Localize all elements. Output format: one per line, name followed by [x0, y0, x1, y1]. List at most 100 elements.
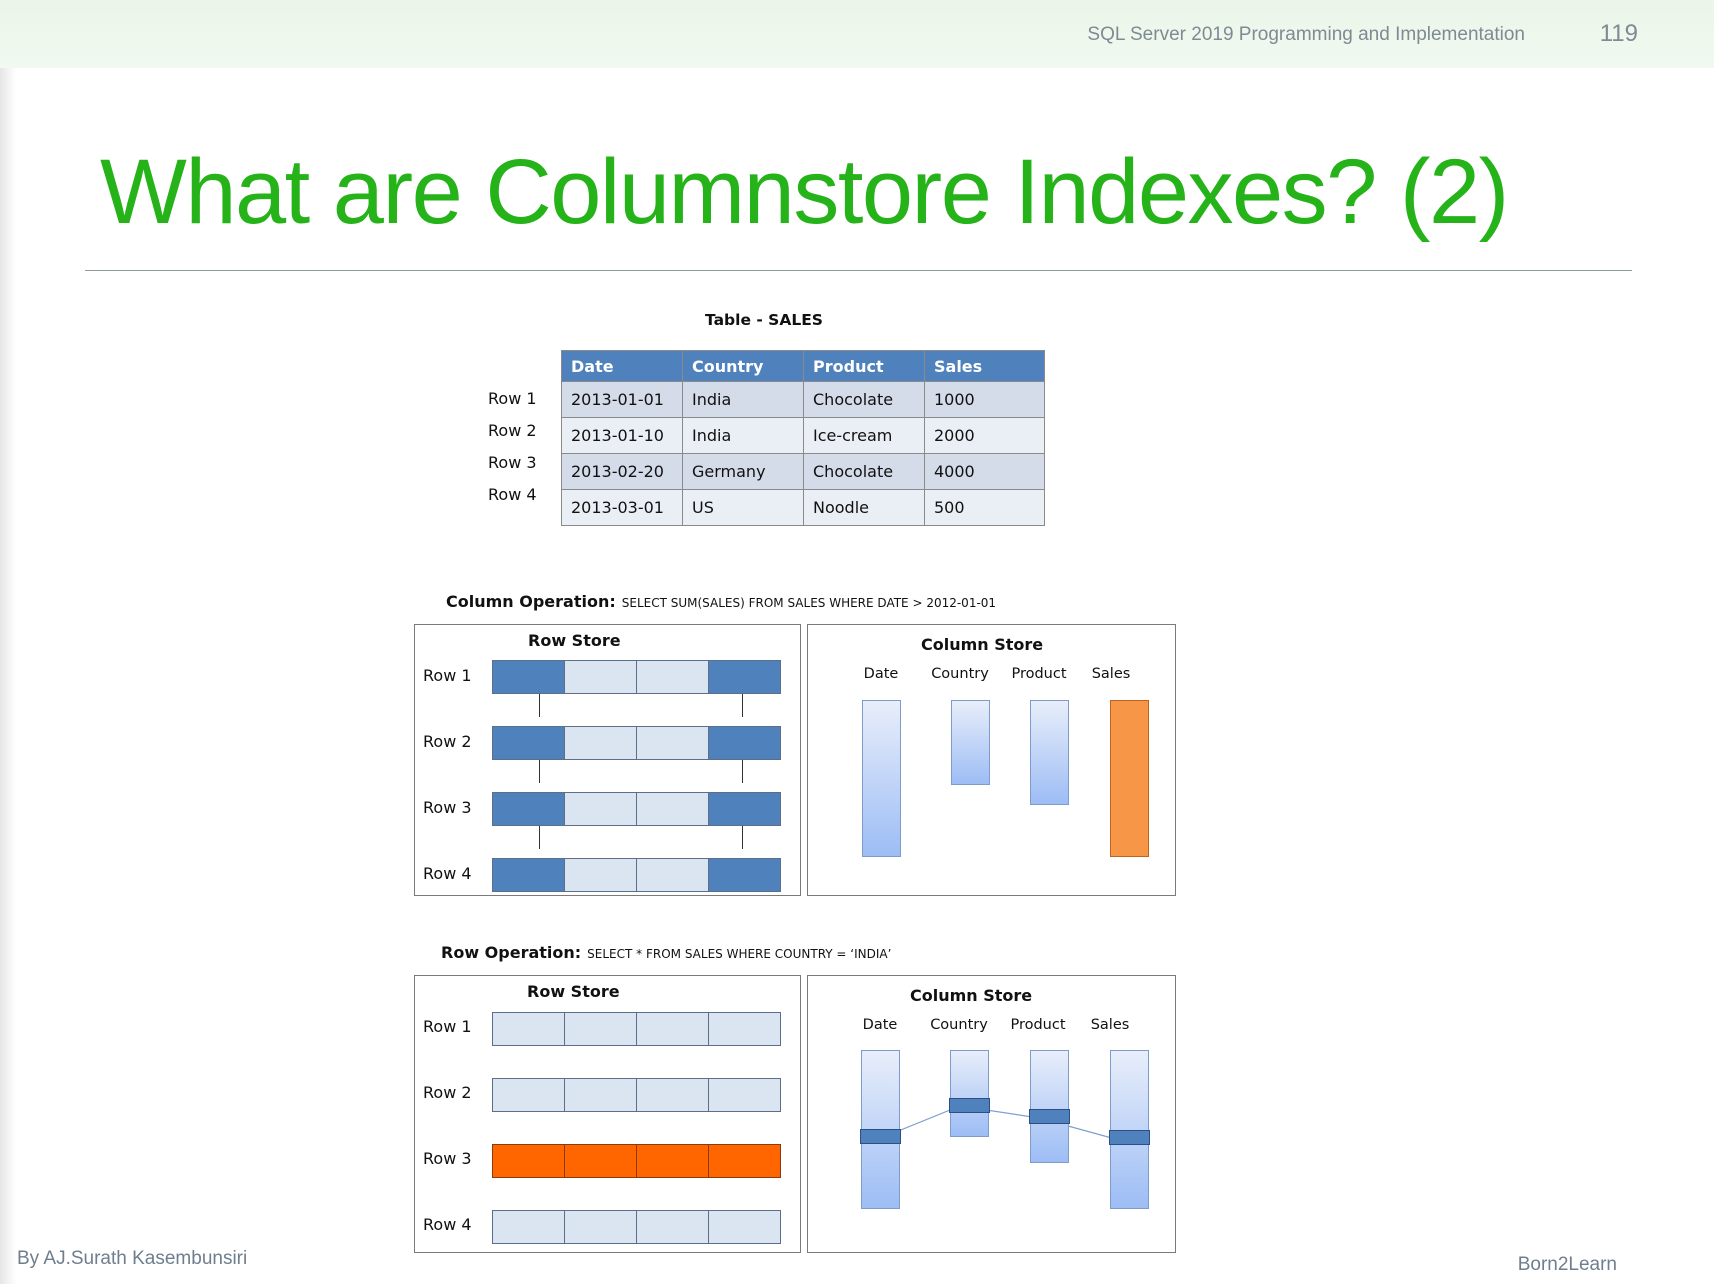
row-cell [493, 1145, 565, 1177]
table-row: 2013-01-01 India Chocolate 1000 [561, 381, 1045, 418]
row-store-row-label: Row 2 [423, 732, 472, 751]
table-cell: Chocolate [803, 381, 925, 418]
row-cell [565, 1079, 637, 1111]
table-cell: India [682, 417, 804, 454]
row-cell [709, 661, 780, 693]
row-cell [493, 727, 565, 759]
row-connector [742, 691, 743, 717]
column-op-column-store-panel: Column Store Date Country Product Sales [807, 624, 1176, 896]
column-header: Country [682, 350, 804, 382]
column-segment [1030, 1050, 1069, 1163]
table-cell: 4000 [924, 453, 1045, 490]
row-connector [539, 823, 540, 849]
row-cell [637, 1079, 709, 1111]
row-cell [637, 793, 709, 825]
row-op-column-store-panel: Column Store Date Country Product Sales [807, 975, 1176, 1253]
column-value-highlight [949, 1098, 990, 1113]
row-store-row-label: Row 4 [423, 864, 472, 883]
table-cell: 2013-01-10 [561, 417, 683, 454]
row-connector [742, 757, 743, 783]
column-store-header: Date [863, 666, 899, 682]
column-store-title: Column Store [921, 635, 1044, 654]
table-row: 2013-02-20 Germany Chocolate 4000 [561, 453, 1045, 490]
row-operation-caption: Row Operation: SELECT * FROM SALES WHERE … [441, 943, 891, 962]
row-cell [493, 1013, 565, 1045]
row-cell [637, 1145, 709, 1177]
row-cell [565, 1145, 637, 1177]
column-op-row-store-panel: Row Store Row 1 Row 2 Row 3 Row 4 [414, 624, 801, 896]
row-cell [709, 1079, 780, 1111]
column-value-highlight [1029, 1109, 1070, 1124]
table-cell: 2013-02-20 [561, 453, 683, 490]
table-cell: Chocolate [803, 453, 925, 490]
row-store-row-label: Row 1 [423, 1017, 472, 1036]
footer-author: By AJ.Surath Kasembunsiri [17, 1248, 248, 1269]
column-operation-caption: Column Operation: SELECT SUM(SALES) FROM … [446, 592, 996, 611]
row-operation-query: SELECT * FROM SALES WHERE COUNTRY = ‘IND… [587, 947, 892, 961]
row-cell [565, 859, 637, 891]
row-store-row-label: Row 1 [423, 666, 472, 685]
row-cell [637, 1013, 709, 1045]
row-store-row-label: Row 3 [423, 798, 472, 817]
table-caption: Table - SALES [705, 311, 823, 329]
row-store-row-highlighted [492, 1144, 781, 1178]
row-store-row [492, 1210, 781, 1244]
column-segment-highlighted [1110, 700, 1149, 857]
table-row-label: Row 1 [488, 389, 537, 408]
table-row-label: Row 3 [488, 453, 537, 472]
column-segment [1030, 700, 1069, 805]
table-cell: Ice-cream [803, 417, 925, 454]
column-header: Date [561, 350, 683, 382]
table-row: 2013-01-10 India Ice-cream 2000 [561, 417, 1045, 454]
title-divider [85, 270, 1632, 271]
row-store-title: Row Store [527, 982, 620, 1001]
row-cell [493, 661, 565, 693]
course-title: SQL Server 2019 Programming and Implemen… [1087, 24, 1525, 45]
table-cell: 2013-01-01 [561, 381, 683, 418]
row-cell [709, 1211, 780, 1243]
row-cell [565, 1013, 637, 1045]
column-header: Product [803, 350, 925, 382]
row-cell [565, 727, 637, 759]
row-connector [539, 691, 540, 717]
column-segment [951, 700, 990, 785]
sales-table: Date Country Product Sales 2013-01-01 In… [561, 350, 1045, 526]
column-value-highlight [860, 1129, 901, 1144]
row-store-title: Row Store [528, 631, 621, 650]
column-segment [862, 700, 901, 857]
row-store-row-label: Row 2 [423, 1083, 472, 1102]
row-store-row-label: Row 4 [423, 1215, 472, 1234]
table-cell: 2000 [924, 417, 1045, 454]
footer-brand: Born2Learn [1517, 1254, 1617, 1275]
column-operation-query: SELECT SUM(SALES) FROM SALES WHERE DATE … [621, 596, 997, 610]
table-row-label: Row 4 [488, 485, 537, 504]
slide-title: What are Columnstore Indexes? (2) [100, 141, 1509, 243]
row-operation-label: Row Operation: [441, 943, 582, 962]
table-cell: Noodle [803, 489, 925, 526]
table-cell: 500 [924, 489, 1045, 526]
left-shade [0, 68, 16, 1284]
row-cell [493, 793, 565, 825]
column-store-header: Country [931, 666, 989, 682]
row-cell [637, 661, 709, 693]
row-cell [709, 859, 780, 891]
table-header-row: Date Country Product Sales [561, 350, 1045, 382]
column-store-header: Sales [1091, 666, 1131, 682]
row-cell [637, 727, 709, 759]
row-cell [565, 793, 637, 825]
row-connector [539, 757, 540, 783]
row-cell [637, 859, 709, 891]
column-header: Sales [924, 350, 1045, 382]
row-store-row [492, 792, 781, 826]
row-cell [565, 661, 637, 693]
row-cell [709, 1013, 780, 1045]
table-cell: Germany [682, 453, 804, 490]
row-cell [493, 1211, 565, 1243]
table-row: 2013-03-01 US Noodle 500 [561, 489, 1045, 526]
row-cell [493, 859, 565, 891]
row-store-row [492, 1078, 781, 1112]
row-connector [742, 823, 743, 849]
row-store-row [492, 1012, 781, 1046]
table-cell: 2013-03-01 [561, 489, 683, 526]
row-link-line [880, 1105, 1120, 1141]
